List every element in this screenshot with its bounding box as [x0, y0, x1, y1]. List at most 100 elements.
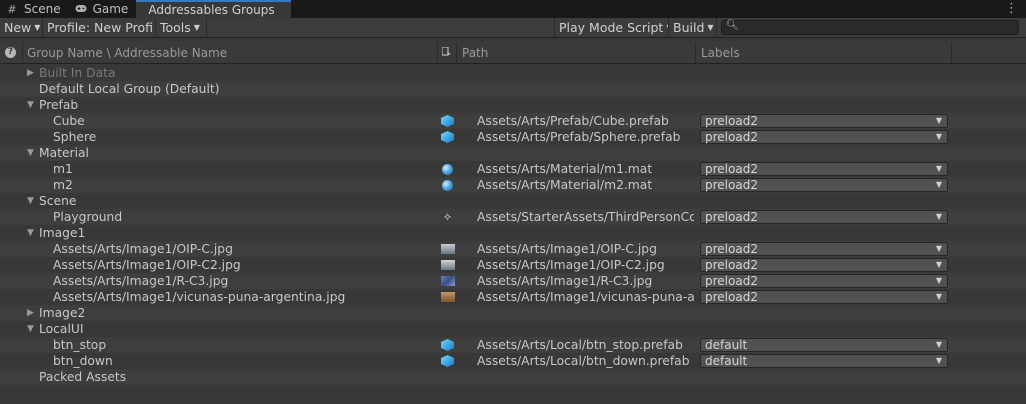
entry-name: Playground — [53, 210, 123, 224]
tree-entry-row[interactable]: m1 Assets/Arts/Material/m1.mat preload2 ▼ — [0, 161, 1026, 177]
chevron-down-icon: ▼ — [935, 276, 942, 285]
tree-group-row[interactable]: ▶ Built In Data — [0, 65, 1026, 81]
tab-scene[interactable]: # Scene — [0, 0, 69, 18]
play-mode-script-dropdown[interactable]: Play Mode Script ▼ — [555, 18, 669, 37]
labels-dropdown[interactable]: default ▼ — [700, 354, 948, 368]
tree-entry-row[interactable]: Assets/Arts/Image1/vicunas-puna-argentin… — [0, 289, 1026, 305]
profile-dropdown[interactable]: Profile: New Profi ▼ — [43, 18, 156, 37]
tree-group-row[interactable]: Default Local Group (Default) — [0, 81, 1026, 97]
tree-group-row[interactable]: ▼ Image1 — [0, 225, 1026, 241]
scene-asset-icon: ⟡ — [443, 210, 452, 223]
tree-group-row[interactable]: ▶ Image2 — [0, 305, 1026, 321]
kebab-menu-icon[interactable]: ⋮ — [1005, 1, 1018, 16]
group-name: Scene — [39, 194, 77, 208]
labels-dropdown-value: preload2 — [705, 178, 758, 192]
image-thumbnail-icon — [441, 276, 455, 286]
labels-dropdown[interactable]: preload2 ▼ — [700, 210, 948, 224]
tree-entry-row[interactable]: Assets/Arts/Image1/OIP-C2.jpg Assets/Arts… — [0, 257, 1026, 273]
tree-entry-row[interactable]: Assets/Arts/Image1/R-C3.jpg Assets/Arts/I… — [0, 273, 1026, 289]
labels-dropdown[interactable]: preload2 ▼ — [700, 274, 948, 288]
column-header-row: ? Group Name \ Addressable Name Path Lab… — [0, 42, 1026, 64]
tree-entry-row[interactable]: m2 Assets/Arts/Material/m2.mat preload2 ▼ — [0, 177, 1026, 193]
entry-path: Assets/Arts/Image1/OIP-C2.jpg — [477, 258, 665, 272]
column-divider[interactable] — [437, 42, 438, 64]
chevron-down-icon: ▼ — [707, 23, 714, 32]
foldout-collapsed-icon[interactable]: ▶ — [27, 305, 34, 321]
labels-dropdown-value: default — [705, 338, 748, 352]
foldout-expanded-icon[interactable]: ▼ — [27, 97, 34, 113]
tree-group-row[interactable]: ▼ Scene — [0, 193, 1026, 209]
labels-dropdown[interactable]: preload2 ▼ — [700, 162, 948, 176]
tools-dropdown[interactable]: Tools ▼ — [156, 18, 207, 37]
tree-entry-row[interactable]: Cube Assets/Arts/Prefab/Cube.prefab preloa… — [0, 113, 1026, 129]
entry-name: Assets/Arts/Image1/R-C3.jpg — [53, 274, 229, 288]
material-sphere-icon — [442, 180, 453, 191]
labels-dropdown[interactable]: preload2 ▼ — [700, 242, 948, 256]
play-mode-script-label: Play Mode Script — [559, 20, 664, 35]
asset-type-column-icon[interactable] — [441, 46, 452, 60]
tools-dropdown-label: Tools — [160, 20, 191, 35]
group-name: Packed Assets — [39, 370, 127, 384]
chevron-down-icon: ▼ — [935, 260, 942, 269]
tree-group-row[interactable]: ▼ LocalUI — [0, 321, 1026, 337]
labels-dropdown[interactable]: preload2 ▼ — [700, 178, 948, 192]
labels-dropdown[interactable]: preload2 ▼ — [700, 290, 948, 304]
build-dropdown[interactable]: Build ▼ — [669, 18, 717, 37]
column-header-labels[interactable]: Labels — [701, 46, 740, 60]
foldout-expanded-icon[interactable]: ▼ — [27, 145, 34, 161]
help-icon[interactable]: ? — [5, 47, 16, 58]
column-header-path[interactable]: Path — [462, 46, 488, 60]
labels-dropdown[interactable]: preload2 ▼ — [700, 114, 948, 128]
chevron-down-icon: ▼ — [935, 292, 942, 301]
entry-path: Assets/Arts/Image1/vicunas-puna-arge — [477, 290, 694, 304]
chevron-down-icon: ▼ — [193, 23, 200, 32]
material-sphere-icon — [442, 164, 453, 175]
column-divider[interactable] — [951, 42, 952, 64]
entry-name: btn_down — [53, 354, 113, 368]
entry-name: m1 — [53, 162, 73, 176]
tree-entry-row[interactable]: Assets/Arts/Image1/OIP-C.jpg Assets/Arts/… — [0, 241, 1026, 257]
entry-path: Assets/Arts/Image1/OIP-C.jpg — [477, 242, 657, 256]
prefab-cube-icon — [441, 339, 454, 351]
foldout-expanded-icon[interactable]: ▼ — [27, 193, 34, 209]
foldout-expanded-icon[interactable]: ▼ — [27, 321, 34, 337]
tree-group-row[interactable]: Packed Assets — [0, 369, 1026, 385]
labels-dropdown[interactable]: default ▼ — [700, 338, 948, 352]
image-thumbnail-icon — [441, 260, 455, 270]
tab-game-label: Game — [92, 2, 129, 16]
tree-entry-row[interactable]: btn_down Assets/Arts/Local/btn_down.prefa… — [0, 353, 1026, 369]
chevron-down-icon: ▼ — [935, 212, 942, 221]
entry-name: Assets/Arts/Image1/vicunas-puna-argentin… — [53, 290, 346, 304]
foldout-expanded-icon[interactable]: ▼ — [27, 225, 34, 241]
labels-dropdown-value: preload2 — [705, 210, 758, 224]
group-name: Prefab — [39, 98, 79, 112]
column-header-name[interactable]: Group Name \ Addressable Name — [27, 46, 227, 60]
labels-dropdown[interactable]: preload2 ▼ — [700, 258, 948, 272]
entry-path: Assets/Arts/Material/m1.mat — [477, 162, 653, 176]
tab-game[interactable]: Game — [69, 0, 137, 18]
tree-entry-row[interactable]: btn_stop Assets/Arts/Local/btn_stop.prefa… — [0, 337, 1026, 353]
tree-group-row[interactable]: ▼ Material — [0, 145, 1026, 161]
chevron-down-icon: ▼ — [935, 340, 942, 349]
new-dropdown[interactable]: New ▼ — [0, 18, 43, 37]
tree-group-row[interactable]: ▼ Prefab — [0, 97, 1026, 113]
tab-addressables-groups[interactable]: Addressables Groups — [136, 0, 291, 18]
entry-path: Assets/Arts/Local/btn_stop.prefab — [477, 338, 683, 352]
group-name: Default Local Group (Default) — [39, 82, 220, 96]
chevron-down-icon: ▼ — [935, 356, 942, 365]
labels-dropdown[interactable]: preload2 ▼ — [700, 130, 948, 144]
chevron-down-icon: ▼ — [34, 23, 41, 32]
foldout-collapsed-icon[interactable]: ▶ — [27, 65, 34, 81]
tree-entry-row[interactable]: Playground ⟡ Assets/StarterAssets/ThirdPer… — [0, 209, 1026, 225]
gamepad-icon — [75, 3, 87, 16]
group-name: Image2 — [39, 306, 86, 320]
column-divider[interactable] — [695, 42, 696, 64]
labels-dropdown-value: preload2 — [705, 162, 758, 176]
column-divider — [22, 42, 23, 64]
entry-name: m2 — [53, 178, 73, 192]
search-input[interactable]: 🔍︎ — [721, 20, 1019, 35]
tree-entry-row[interactable]: Sphere Assets/Arts/Prefab/Sphere.prefab pr… — [0, 129, 1026, 145]
column-divider[interactable] — [456, 42, 457, 64]
entry-path: Assets/Arts/Prefab/Sphere.prefab — [477, 130, 681, 144]
chevron-down-icon: ▼ — [935, 180, 942, 189]
